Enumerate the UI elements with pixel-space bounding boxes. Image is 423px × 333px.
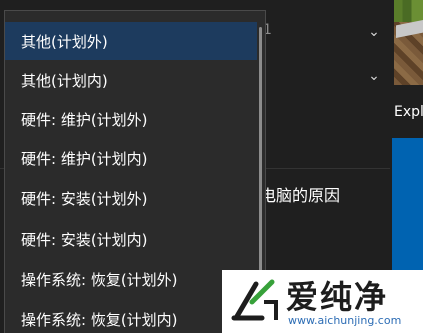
brand-logo bbox=[231, 279, 278, 321]
reason-combo-1[interactable]: ⌄ bbox=[265, 16, 385, 48]
menu-item-other-unplanned[interactable]: 其他(计划外) bbox=[5, 22, 257, 60]
chevron-down-icon: ⌄ bbox=[368, 24, 380, 40]
menu-item-label: 操作系统: 恢复(计划外) bbox=[21, 270, 178, 289]
menu-item-hardware-install-planned[interactable]: 硬件: 安装(计划内) bbox=[5, 220, 257, 258]
menu-item-os-recovery-unplanned[interactable]: 操作系统: 恢复(计划外) bbox=[5, 260, 257, 298]
reason-combo-2[interactable]: ⌄ bbox=[265, 60, 385, 92]
chevron-down-icon: ⌄ bbox=[368, 68, 380, 84]
menu-item-label: 操作系统: 恢复(计划内) bbox=[21, 310, 178, 329]
reason-label: 电脑的原因 bbox=[260, 186, 341, 205]
screen: 1 ⌄ ⌄ 电脑的原因 Expl 其他(计划外) 其他(计划内) 硬件: 维护(… bbox=[0, 0, 423, 333]
menu-item-label: 硬件: 维护(计划外) bbox=[21, 110, 148, 129]
minecraft-tile[interactable] bbox=[394, 0, 423, 85]
menu-item-other-planned[interactable]: 其他(计划内) bbox=[5, 61, 257, 99]
menu-item-hardware-maintenance-unplanned[interactable]: 硬件: 维护(计划外) bbox=[5, 100, 257, 138]
menu-item-hardware-install-unplanned[interactable]: 硬件: 安装(计划外) bbox=[5, 179, 257, 217]
menu-item-hardware-maintenance-planned[interactable]: 硬件: 维护(计划内) bbox=[5, 139, 257, 177]
menu-item-os-recovery-planned[interactable]: 操作系统: 恢复(计划内) bbox=[5, 300, 257, 333]
brand-name: 爱纯净 bbox=[286, 278, 389, 316]
brand-url: www.aichunjing.com bbox=[288, 314, 402, 327]
menu-item-label: 硬件: 安装(计划外) bbox=[21, 189, 148, 208]
menu-item-label: 其他(计划内) bbox=[21, 71, 108, 90]
menu-item-label: 硬件: 安装(计划内) bbox=[21, 230, 148, 249]
watermark: 爱纯净 www.aichunjing.com bbox=[222, 270, 423, 333]
menu-item-label: 硬件: 维护(计划内) bbox=[21, 149, 148, 168]
menu-item-label: 其他(计划外) bbox=[21, 32, 108, 51]
right-panel-text[interactable]: Expl bbox=[394, 104, 423, 120]
